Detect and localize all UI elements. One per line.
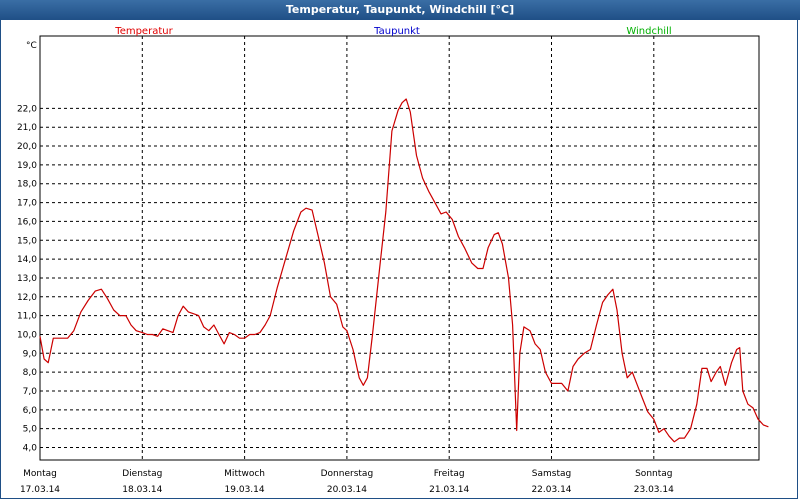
y-tick-label: 18,0 (17, 180, 37, 190)
legend-entry: Taupunkt (373, 26, 420, 37)
x-tick-day: Sonntag (635, 469, 672, 479)
x-tick-date: 18.03.14 (122, 485, 162, 495)
x-tick-date: 21.03.14 (429, 485, 469, 495)
y-tick-label: 14,0 (17, 255, 37, 265)
x-tick-date: 22.03.14 (531, 485, 571, 495)
x-tick-day: Montag (23, 469, 57, 479)
series-line-temperatur (39, 98, 769, 443)
legend-entry: Windchill (626, 26, 671, 37)
y-tick-label: 20,0 (17, 142, 37, 152)
x-tick-day: Donnerstag (321, 469, 374, 479)
y-tick-label: 6,0 (23, 406, 38, 416)
y-tick-label: 22,0 (17, 104, 37, 114)
x-tick-date: 20.03.14 (327, 485, 367, 495)
grid-layer (40, 36, 759, 460)
legend-entry: Temperatur (114, 26, 173, 37)
legend: Temperatur Taupunkt Windchill (114, 26, 671, 37)
x-tick-day: Dienstag (122, 469, 162, 479)
x-tick-date: 23.03.14 (634, 485, 674, 495)
x-tick-day: Freitag (434, 469, 465, 479)
y-tick-label: 8,0 (23, 368, 38, 378)
x-tick-date: 17.03.14 (20, 485, 60, 495)
y-tick-label: 5,0 (23, 425, 38, 435)
x-tick-labels: Montag 17.03.14 Dienstag 18.03.14 Mittwoch 19… (20, 469, 674, 495)
y-tick-labels: 4,0 5,0 6,0 7,0 8,0 9,0 10,0 11,0 12,0 13,0 14,0 15… (17, 104, 37, 453)
y-tick-label: 11,0 (17, 312, 37, 322)
x-tick-day: Samstag (532, 469, 571, 479)
x-tick-date: 19.03.14 (225, 485, 265, 495)
y-tick-label: 19,0 (17, 161, 37, 171)
series-layer (39, 98, 769, 443)
y-tick-label: 13,0 (17, 274, 37, 284)
y-tick-label: 15,0 (17, 236, 37, 246)
y-tick-label: 16,0 (17, 217, 37, 227)
y-axis-unit-label: °C (26, 41, 37, 51)
y-tick-label: 10,0 (17, 330, 37, 340)
y-tick-label: 17,0 (17, 199, 37, 209)
line-chart: °C 4,0 5,0 6,0 7,0 8,0 9,0 10,0 11,0 12,0 13,0 14,… (17, 26, 769, 495)
y-tick-label: 4,0 (23, 444, 38, 454)
y-tick-label: 7,0 (23, 387, 38, 397)
x-tick-day: Mittwoch (224, 469, 265, 479)
y-tick-label: 21,0 (17, 123, 37, 133)
y-tick-label: 12,0 (17, 293, 37, 303)
plot-border (39, 35, 760, 461)
y-tick-label: 9,0 (23, 349, 38, 359)
